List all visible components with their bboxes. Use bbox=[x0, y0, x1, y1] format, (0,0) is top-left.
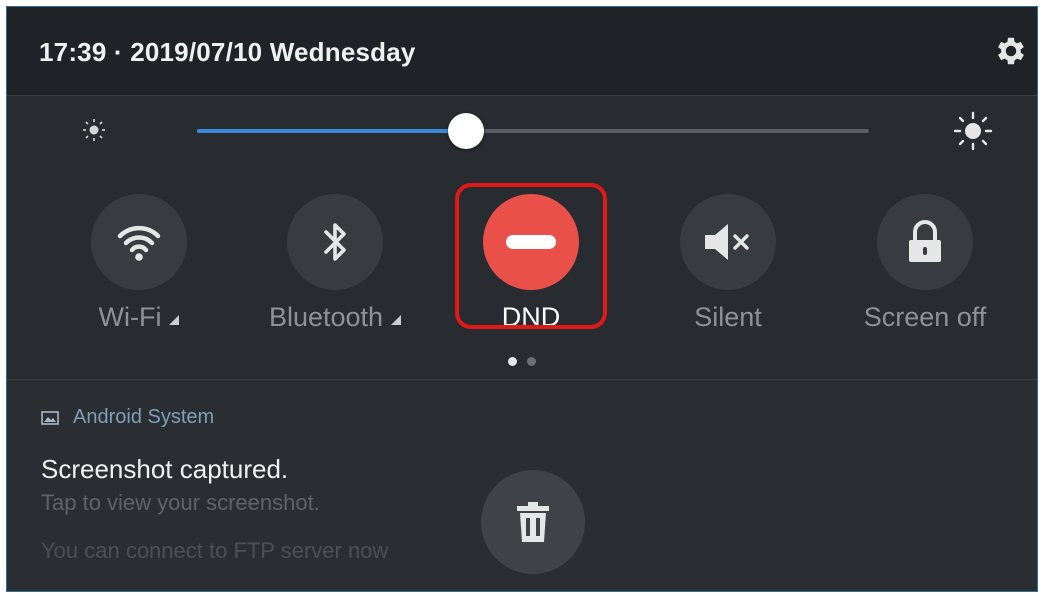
wifi-tile-button[interactable] bbox=[91, 194, 187, 290]
tile-wifi[interactable]: Wi-Fi bbox=[49, 189, 229, 339]
wifi-icon bbox=[117, 225, 161, 261]
do-not-disturb-icon bbox=[506, 235, 556, 249]
notification-title: Screenshot captured. bbox=[41, 454, 289, 484]
dnd-tile-label: DND bbox=[501, 302, 561, 332]
page-dot-inactive[interactable] bbox=[527, 357, 536, 366]
tile-bluetooth[interactable]: Bluetooth bbox=[245, 189, 425, 339]
date-time-label: 17:39 · 2019/07/10 Wednesday bbox=[39, 37, 416, 67]
screenshot-notification[interactable]: Android System Screenshot captured. Tap … bbox=[7, 379, 1037, 591]
brightness-slider-fill bbox=[197, 129, 466, 133]
brightness-high-icon bbox=[953, 111, 993, 151]
delete-screenshot-button[interactable] bbox=[481, 470, 585, 574]
brightness-slider[interactable] bbox=[197, 113, 869, 149]
trash-icon bbox=[517, 502, 549, 542]
ftp-message: You can connect to FTP server now bbox=[41, 538, 389, 563]
notification-app-name: Android System bbox=[73, 406, 215, 428]
quick-settings-tiles: Wi-Fi Bluetooth DND Silent Screen off bbox=[7, 189, 1037, 339]
notification-app-header: Android System bbox=[41, 406, 214, 429]
expand-caret-icon bbox=[391, 315, 402, 325]
wifi-tile-label: Wi-Fi bbox=[49, 302, 229, 333]
unlock-icon bbox=[909, 220, 941, 262]
bluetooth-icon bbox=[324, 223, 346, 261]
brightness-low-icon bbox=[83, 119, 105, 141]
silent-tile-button[interactable] bbox=[680, 194, 776, 290]
screen-off-tile-button[interactable] bbox=[877, 194, 973, 290]
brightness-slider-thumb[interactable] bbox=[447, 113, 484, 149]
expand-caret-icon bbox=[169, 315, 180, 325]
page-dot-active[interactable] bbox=[508, 357, 517, 366]
bluetooth-label-text: Bluetooth bbox=[268, 302, 384, 332]
status-header: 17:39 · 2019/07/10 Wednesday bbox=[7, 7, 1037, 96]
page-indicator bbox=[7, 353, 1037, 371]
screen-off-tile-label: Screen off bbox=[863, 302, 987, 332]
bluetooth-tile-label: Bluetooth bbox=[245, 302, 425, 333]
dnd-tile-button[interactable] bbox=[483, 194, 579, 290]
screenshot-icon bbox=[41, 410, 59, 425]
silent-tile-label: Silent bbox=[694, 302, 762, 332]
tile-silent[interactable]: Silent bbox=[638, 189, 818, 339]
gear-icon[interactable] bbox=[993, 33, 1029, 69]
speaker-mute-icon bbox=[705, 224, 749, 260]
wifi-label-text: Wi-Fi bbox=[98, 302, 162, 332]
tile-screen-off[interactable]: Screen off bbox=[835, 189, 1015, 339]
brightness-row bbox=[7, 103, 1037, 163]
tile-dnd[interactable]: DND bbox=[441, 189, 621, 339]
bluetooth-tile-button[interactable] bbox=[287, 194, 383, 290]
android-notification-shade: 17:39 · 2019/07/10 Wednesday Wi-Fi Bluet… bbox=[6, 6, 1038, 592]
notification-body: Tap to view your screenshot. bbox=[41, 490, 320, 515]
